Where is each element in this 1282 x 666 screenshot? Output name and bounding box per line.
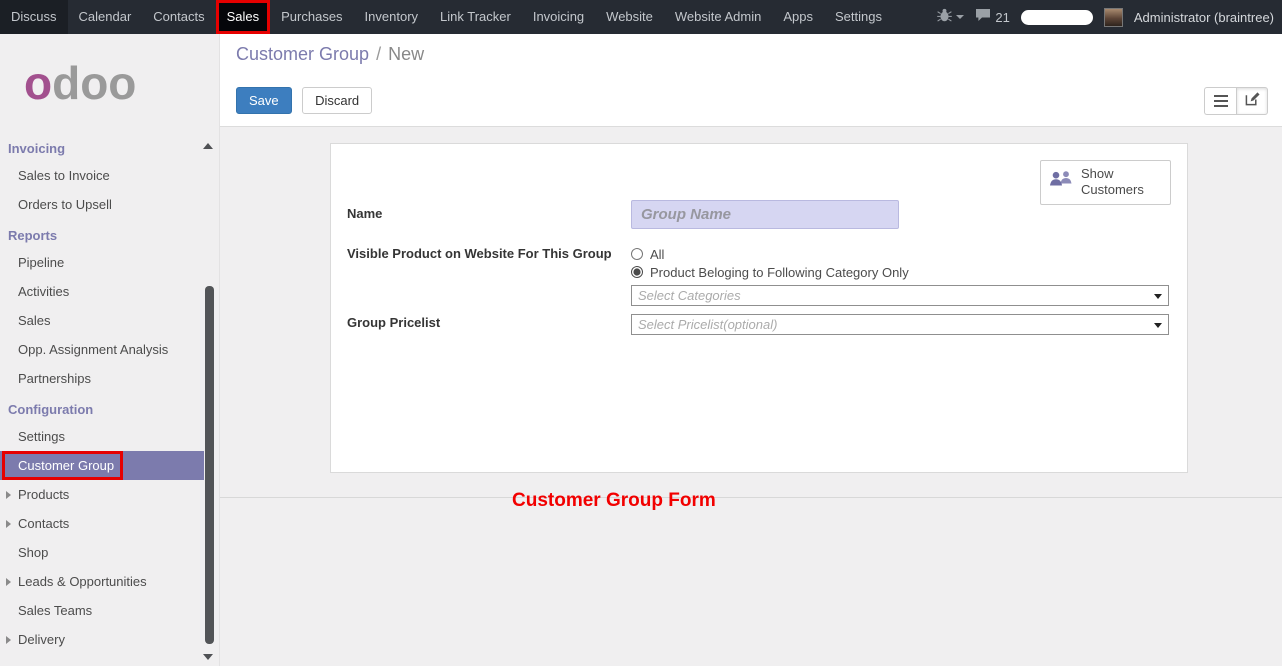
breadcrumb: Customer Group / New	[220, 34, 1282, 65]
radio-all-label: All	[650, 247, 664, 262]
section-reports: Reports	[0, 219, 204, 248]
section-invoicing: Invoicing	[0, 132, 204, 161]
menu-invoicing[interactable]: Invoicing	[522, 0, 595, 34]
user-menu[interactable]: Administrator (braintree)	[1134, 10, 1276, 25]
radio-option-all[interactable]: All	[631, 245, 909, 263]
form-view-button[interactable]	[1236, 87, 1268, 115]
list-view-icon	[1214, 95, 1228, 107]
logo-first-letter: o	[24, 57, 52, 109]
sidebar-item-leads-opportunities[interactable]: Leads & Opportunities	[0, 567, 204, 596]
sidebar: odoo Invoicing Sales to Invoice Orders t…	[0, 34, 220, 666]
menu-purchases[interactable]: Purchases	[270, 0, 353, 34]
discard-button[interactable]: Discard	[302, 87, 372, 114]
visibility-radio-group: All Product Beloging to Following Catego…	[631, 245, 909, 281]
chat-bubble-icon	[975, 8, 991, 27]
menu-contacts[interactable]: Contacts	[142, 0, 215, 34]
messages-indicator[interactable]: 21	[975, 8, 1009, 27]
save-button[interactable]: Save	[236, 87, 292, 114]
visibility-field-row: Visible Product on Website For This Grou…	[347, 245, 1171, 281]
menu-link-tracker[interactable]: Link Tracker	[429, 0, 522, 34]
form-edit-icon	[1245, 91, 1260, 111]
radio-option-category-only[interactable]: Product Beloging to Following Category O…	[631, 263, 909, 281]
user-avatar[interactable]	[1104, 8, 1123, 27]
sidebar-scrollbar-thumb[interactable]	[205, 286, 214, 644]
sidebar-menu: Invoicing Sales to Invoice Orders to Ups…	[0, 132, 204, 654]
menu-website-admin[interactable]: Website Admin	[664, 0, 772, 34]
sidebar-item-opp-assignment-analysis[interactable]: Opp. Assignment Analysis	[0, 335, 204, 364]
breadcrumb-parent-link[interactable]: Customer Group	[236, 44, 369, 64]
topbar-right-cluster: 21 Administrator (braintree)	[937, 8, 1282, 27]
customers-group-icon	[1049, 170, 1073, 194]
logo-rest: doo	[52, 57, 136, 109]
status-pill[interactable]	[1021, 10, 1093, 25]
categories-field-row: Select Categories	[347, 285, 1171, 306]
sidebar-item-shop[interactable]: Shop	[0, 538, 204, 567]
sidebar-item-products[interactable]: Products	[0, 480, 204, 509]
menu-sales[interactable]: Sales	[216, 0, 271, 34]
sidebar-item-delivery[interactable]: Delivery	[0, 625, 204, 654]
control-panel: Customer Group / New Save Discard	[220, 34, 1282, 127]
group-name-input[interactable]	[631, 200, 899, 229]
sidebar-item-activities[interactable]: Activities	[0, 277, 204, 306]
pricelist-select[interactable]: Select Pricelist(optional)	[631, 314, 1169, 335]
annotation-caption: Customer Group Form	[512, 490, 716, 512]
menu-discuss[interactable]: Discuss	[0, 0, 68, 34]
breadcrumb-current: New	[388, 44, 424, 64]
menu-website[interactable]: Website	[595, 0, 664, 34]
menu-calendar[interactable]: Calendar	[68, 0, 143, 34]
sidebar-item-sales-to-invoice[interactable]: Sales to Invoice	[0, 161, 204, 190]
categories-select[interactable]: Select Categories	[631, 285, 1169, 306]
pricelist-field-row: Group Pricelist Select Pricelist(optiona…	[347, 314, 1171, 335]
sidebar-item-pipeline[interactable]: Pipeline	[0, 248, 204, 277]
section-configuration: Configuration	[0, 393, 204, 422]
form-view-area: Show Customers Name Visible Product on W…	[220, 143, 1282, 498]
name-label: Name	[347, 200, 631, 229]
sidebar-item-contacts[interactable]: Contacts	[0, 509, 204, 538]
sidebar-item-sales[interactable]: Sales	[0, 306, 204, 335]
bug-icon	[937, 8, 952, 27]
show-customers-button[interactable]: Show Customers	[1040, 160, 1171, 205]
sidebar-item-sales-teams[interactable]: Sales Teams	[0, 596, 204, 625]
sidebar-item-label: Customer Group	[18, 458, 114, 473]
list-view-button[interactable]	[1204, 87, 1236, 115]
radio-all-input[interactable]	[631, 248, 643, 260]
scroll-up-arrow-icon[interactable]	[203, 143, 213, 149]
sidebar-item-settings[interactable]: Settings	[0, 422, 204, 451]
chevron-down-icon	[956, 15, 964, 19]
menu-settings[interactable]: Settings	[824, 0, 893, 34]
radio-category-label: Product Beloging to Following Category O…	[650, 265, 909, 280]
sidebar-item-orders-to-upsell[interactable]: Orders to Upsell	[0, 190, 204, 219]
form-sheet: Show Customers Name Visible Product on W…	[330, 143, 1188, 473]
radio-category-input[interactable]	[631, 266, 643, 278]
top-navbar: Discuss Calendar Contacts Sales Purchase…	[0, 0, 1282, 34]
form-action-buttons: Save Discard	[236, 87, 372, 114]
message-count: 21	[995, 10, 1009, 25]
view-switcher	[1204, 87, 1268, 115]
debug-menu[interactable]	[937, 8, 964, 27]
odoo-logo: odoo	[24, 60, 219, 106]
show-customers-label: Show Customers	[1081, 166, 1162, 199]
main-content: Customer Group / New Save Discard	[220, 34, 1282, 666]
categories-label-spacer	[347, 285, 631, 306]
breadcrumb-separator: /	[376, 44, 381, 64]
menu-inventory[interactable]: Inventory	[354, 0, 429, 34]
scroll-down-arrow-icon[interactable]	[203, 654, 213, 660]
visibility-label: Visible Product on Website For This Grou…	[347, 245, 631, 281]
sidebar-item-partnerships[interactable]: Partnerships	[0, 364, 204, 393]
sidebar-item-customer-group[interactable]: Customer Group	[0, 451, 204, 480]
menu-apps[interactable]: Apps	[772, 0, 824, 34]
pricelist-label: Group Pricelist	[347, 314, 631, 335]
